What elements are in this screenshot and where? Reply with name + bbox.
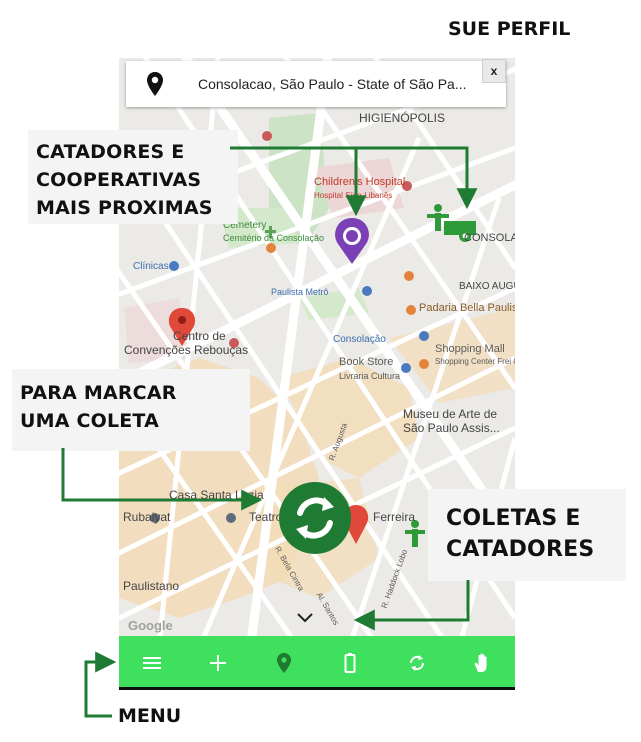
map-label: São Paulo Assis... bbox=[403, 421, 500, 435]
map-label: Children's Hospital bbox=[314, 176, 406, 188]
add-button[interactable] bbox=[201, 646, 235, 680]
map-label: Casa Santa Luzia bbox=[169, 488, 264, 502]
map-label: HIGIENÓPOLIS bbox=[359, 111, 446, 125]
plus-icon bbox=[210, 655, 226, 671]
bottom-nav-bar bbox=[119, 636, 515, 690]
map-label: Museu de Arte de bbox=[403, 407, 498, 421]
battery-button[interactable] bbox=[333, 646, 367, 680]
close-button[interactable]: x bbox=[482, 59, 506, 83]
map-label: BAIXO AUGUSTA bbox=[459, 281, 515, 292]
callout-marcar-line: UMA COLETA bbox=[20, 410, 160, 432]
map-label: Padaria Bella Paulista bbox=[419, 302, 515, 314]
location-text[interactable]: Consolacao, São Paulo - State of São Pa.… bbox=[198, 76, 467, 92]
google-logo: Google bbox=[128, 618, 173, 633]
map-label: Rubaiyat bbox=[123, 510, 171, 524]
callout-coletas-line: COLETAS E bbox=[446, 506, 581, 531]
callout-coletas: COLETAS E CATADORES bbox=[428, 489, 626, 581]
refresh-button[interactable] bbox=[400, 646, 434, 680]
callout-catadores-line: CATADORES E bbox=[36, 141, 185, 163]
menu-button[interactable] bbox=[135, 646, 169, 680]
recycle-icon bbox=[279, 482, 351, 554]
callout-marcar-line: PARA MARCAR bbox=[20, 382, 177, 404]
map-label: Shopping Mall bbox=[435, 343, 505, 355]
hand-icon bbox=[474, 653, 487, 672]
map-label: Consolação bbox=[333, 334, 386, 345]
map-label: Clínicas bbox=[133, 261, 169, 272]
map-label: Cemitério da Consolação bbox=[223, 233, 325, 243]
callout-catadores: CATADORES E COOPERATIVAS MAIS PROXIMAS bbox=[28, 130, 238, 224]
callout-catadores-line: MAIS PROXIMAS bbox=[36, 197, 213, 219]
hand-button[interactable] bbox=[465, 646, 499, 680]
map-label: Convenções Rebouças bbox=[124, 343, 249, 357]
callout-marcar: PARA MARCAR UMA COLETA bbox=[12, 369, 250, 451]
location-pin-icon bbox=[277, 653, 291, 673]
menu-icon bbox=[143, 657, 161, 669]
refresh-icon bbox=[409, 655, 425, 671]
location-pin-icon bbox=[147, 72, 163, 96]
map-label: Centro de bbox=[173, 329, 226, 343]
chevron-down-icon[interactable] bbox=[296, 612, 314, 624]
map-label: Ferreira bbox=[373, 510, 416, 524]
profile-label[interactable]: SUE PERFIL bbox=[448, 18, 570, 40]
map-label: Book Store bbox=[339, 356, 394, 368]
map-label: Hospital Sírio-Libanês bbox=[314, 191, 393, 200]
map-label: Paulistano bbox=[123, 579, 180, 593]
location-button[interactable] bbox=[267, 646, 301, 680]
map-label: CONSOLAÇÃO bbox=[464, 232, 515, 244]
battery-icon bbox=[344, 653, 356, 673]
recycle-button[interactable] bbox=[278, 481, 352, 560]
map-label: Livraria Cultura bbox=[339, 371, 401, 381]
menu-label: MENU bbox=[118, 705, 182, 727]
callout-coletas-line: CATADORES bbox=[446, 537, 595, 562]
map-label: Paulista Metrô bbox=[271, 287, 329, 297]
callout-catadores-line: COOPERATIVAS bbox=[36, 169, 202, 191]
location-search-bar[interactable]: Consolacao, São Paulo - State of São Pa.… bbox=[126, 61, 506, 107]
map-label: Shopping Center Frei Caneca bbox=[435, 357, 515, 366]
